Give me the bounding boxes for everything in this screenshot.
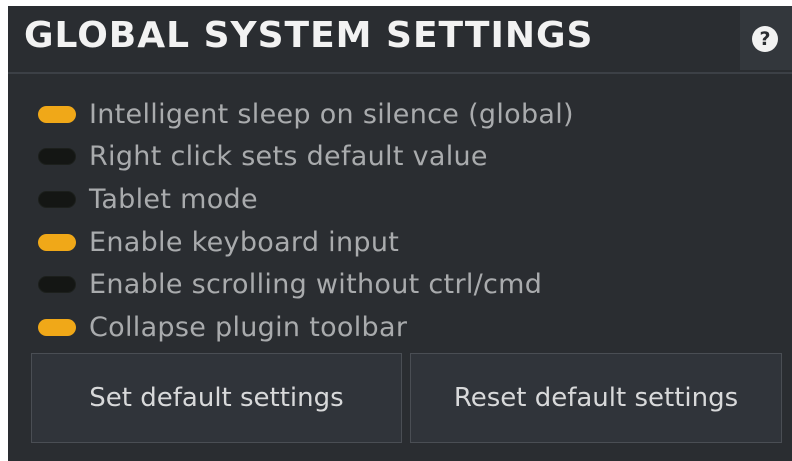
option-collapse-toolbar[interactable]: Collapse plugin toolbar	[38, 306, 574, 349]
option-label: Intelligent sleep on silence (global)	[89, 98, 574, 130]
global-system-settings-panel: GLOBAL SYSTEM SETTINGS ? Intelligent sle…	[8, 6, 792, 461]
toggle-switch[interactable]	[38, 276, 76, 294]
toggle-switch[interactable]	[38, 190, 76, 208]
option-right-click-default[interactable]: Right click sets default value	[38, 136, 574, 179]
title-divider	[8, 72, 792, 74]
option-intelligent-sleep[interactable]: Intelligent sleep on silence (global)	[38, 93, 574, 136]
option-label: Collapse plugin toolbar	[89, 311, 408, 343]
option-keyboard-input[interactable]: Enable keyboard input	[38, 221, 574, 264]
settings-options-list: Intelligent sleep on silence (global) Ri…	[38, 93, 574, 349]
panel-title: GLOBAL SYSTEM SETTINGS	[24, 15, 594, 56]
toggle-switch[interactable]	[38, 148, 76, 166]
help-icon[interactable]: ?	[752, 26, 778, 52]
set-default-settings-button[interactable]: Set default settings	[31, 353, 402, 443]
option-label: Right click sets default value	[89, 141, 488, 173]
option-tablet-mode[interactable]: Tablet mode	[38, 178, 574, 221]
help-button[interactable]: ?	[740, 6, 792, 70]
option-scrolling[interactable]: Enable scrolling without ctrl/cmd	[38, 263, 574, 306]
toggle-switch[interactable]	[38, 105, 76, 123]
option-label: Enable keyboard input	[89, 226, 400, 258]
toggle-switch[interactable]	[38, 318, 76, 336]
toggle-switch[interactable]	[38, 233, 76, 251]
reset-default-settings-button[interactable]: Reset default settings	[410, 353, 782, 443]
option-label: Tablet mode	[89, 183, 258, 215]
option-label: Enable scrolling without ctrl/cmd	[89, 269, 543, 301]
